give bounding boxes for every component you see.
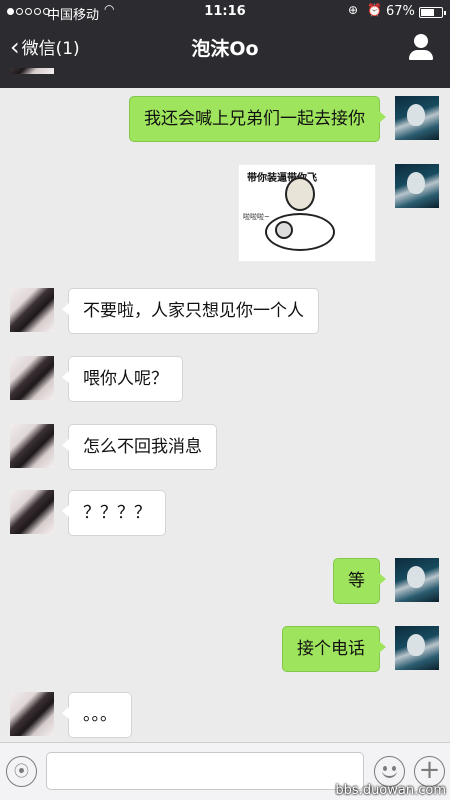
message-bubble-sent[interactable]: 等 [333, 558, 386, 604]
message-bubble-received[interactable]: 。。。 [62, 692, 132, 738]
contact-avatar[interactable] [10, 424, 54, 468]
contact-avatar[interactable] [10, 692, 54, 736]
voice-icon: ⦿ [13, 762, 29, 780]
message-row: 喂你人呢？ [0, 356, 450, 402]
message-row: 我还会喊上兄弟们一起去接你 [0, 96, 450, 142]
contact-avatar[interactable] [10, 288, 54, 332]
user-avatar[interactable] [395, 626, 439, 670]
battery-percentage: 67% [386, 4, 415, 19]
message-row: ？？？？ [0, 490, 450, 536]
status-time: 11:16 [204, 4, 246, 19]
watermark: bbs.duowan.com [335, 783, 446, 798]
message-bubble-received[interactable]: 怎么不回我消息 [62, 424, 217, 470]
message-bubble-sent[interactable]: 我还会喊上兄弟们一起去接你 [129, 96, 386, 142]
message-bubble-received[interactable]: 喂你人呢？ [62, 356, 183, 402]
message-list[interactable]: 我还会喊上兄弟们一起去接你 带你装逼带你飞 啦啦啦~ 不要啦，人家只想见你一个人… [0, 68, 450, 742]
person-icon [414, 34, 428, 48]
user-avatar[interactable] [395, 164, 439, 208]
input-toolbar: ⦿ + bbs.duowan.com [0, 742, 450, 800]
contact-avatar[interactable] [10, 490, 54, 534]
battery-icon [419, 7, 446, 18]
message-row: 怎么不回我消息 [0, 424, 450, 470]
contact-avatar[interactable] [10, 68, 54, 74]
status-bar: 中国移动 ◠ 11:16 ⊕ ⏰ 67% [0, 0, 450, 24]
message-row: 。。。 [0, 692, 450, 738]
message-row: 接个电话 [0, 626, 450, 672]
chat-title: 泡沫Oo [191, 38, 259, 60]
sticker-face-image [285, 177, 315, 211]
contact-avatar[interactable] [10, 356, 54, 400]
alarm-icon: ⏰ [367, 3, 382, 17]
rotation-lock-icon: ⊕ [348, 3, 359, 17]
sticker-subcaption: 啦啦啦~ [243, 213, 270, 221]
message-bubble-received[interactable]: ？？？？ [62, 490, 166, 536]
sticker-message[interactable]: 带你装逼带你飞 啦啦啦~ [238, 164, 376, 262]
voice-input-button[interactable]: ⦿ [6, 756, 37, 787]
message-row: 等 [0, 558, 450, 604]
plus-icon: + [418, 755, 441, 785]
user-avatar[interactable] [395, 96, 439, 140]
message-bubble-received[interactable]: 不要啦，人家只想见你一个人 [62, 288, 319, 334]
message-row: 不要啦，人家只想见你一个人 [0, 288, 450, 334]
contact-profile-button[interactable] [405, 32, 437, 62]
user-avatar[interactable] [395, 558, 439, 602]
message-bubble-sent[interactable]: 接个电话 [282, 626, 386, 672]
message-row-partial [0, 68, 450, 74]
message-input[interactable] [46, 752, 364, 790]
message-row: 带你装逼带你飞 啦啦啦~ [0, 164, 450, 264]
